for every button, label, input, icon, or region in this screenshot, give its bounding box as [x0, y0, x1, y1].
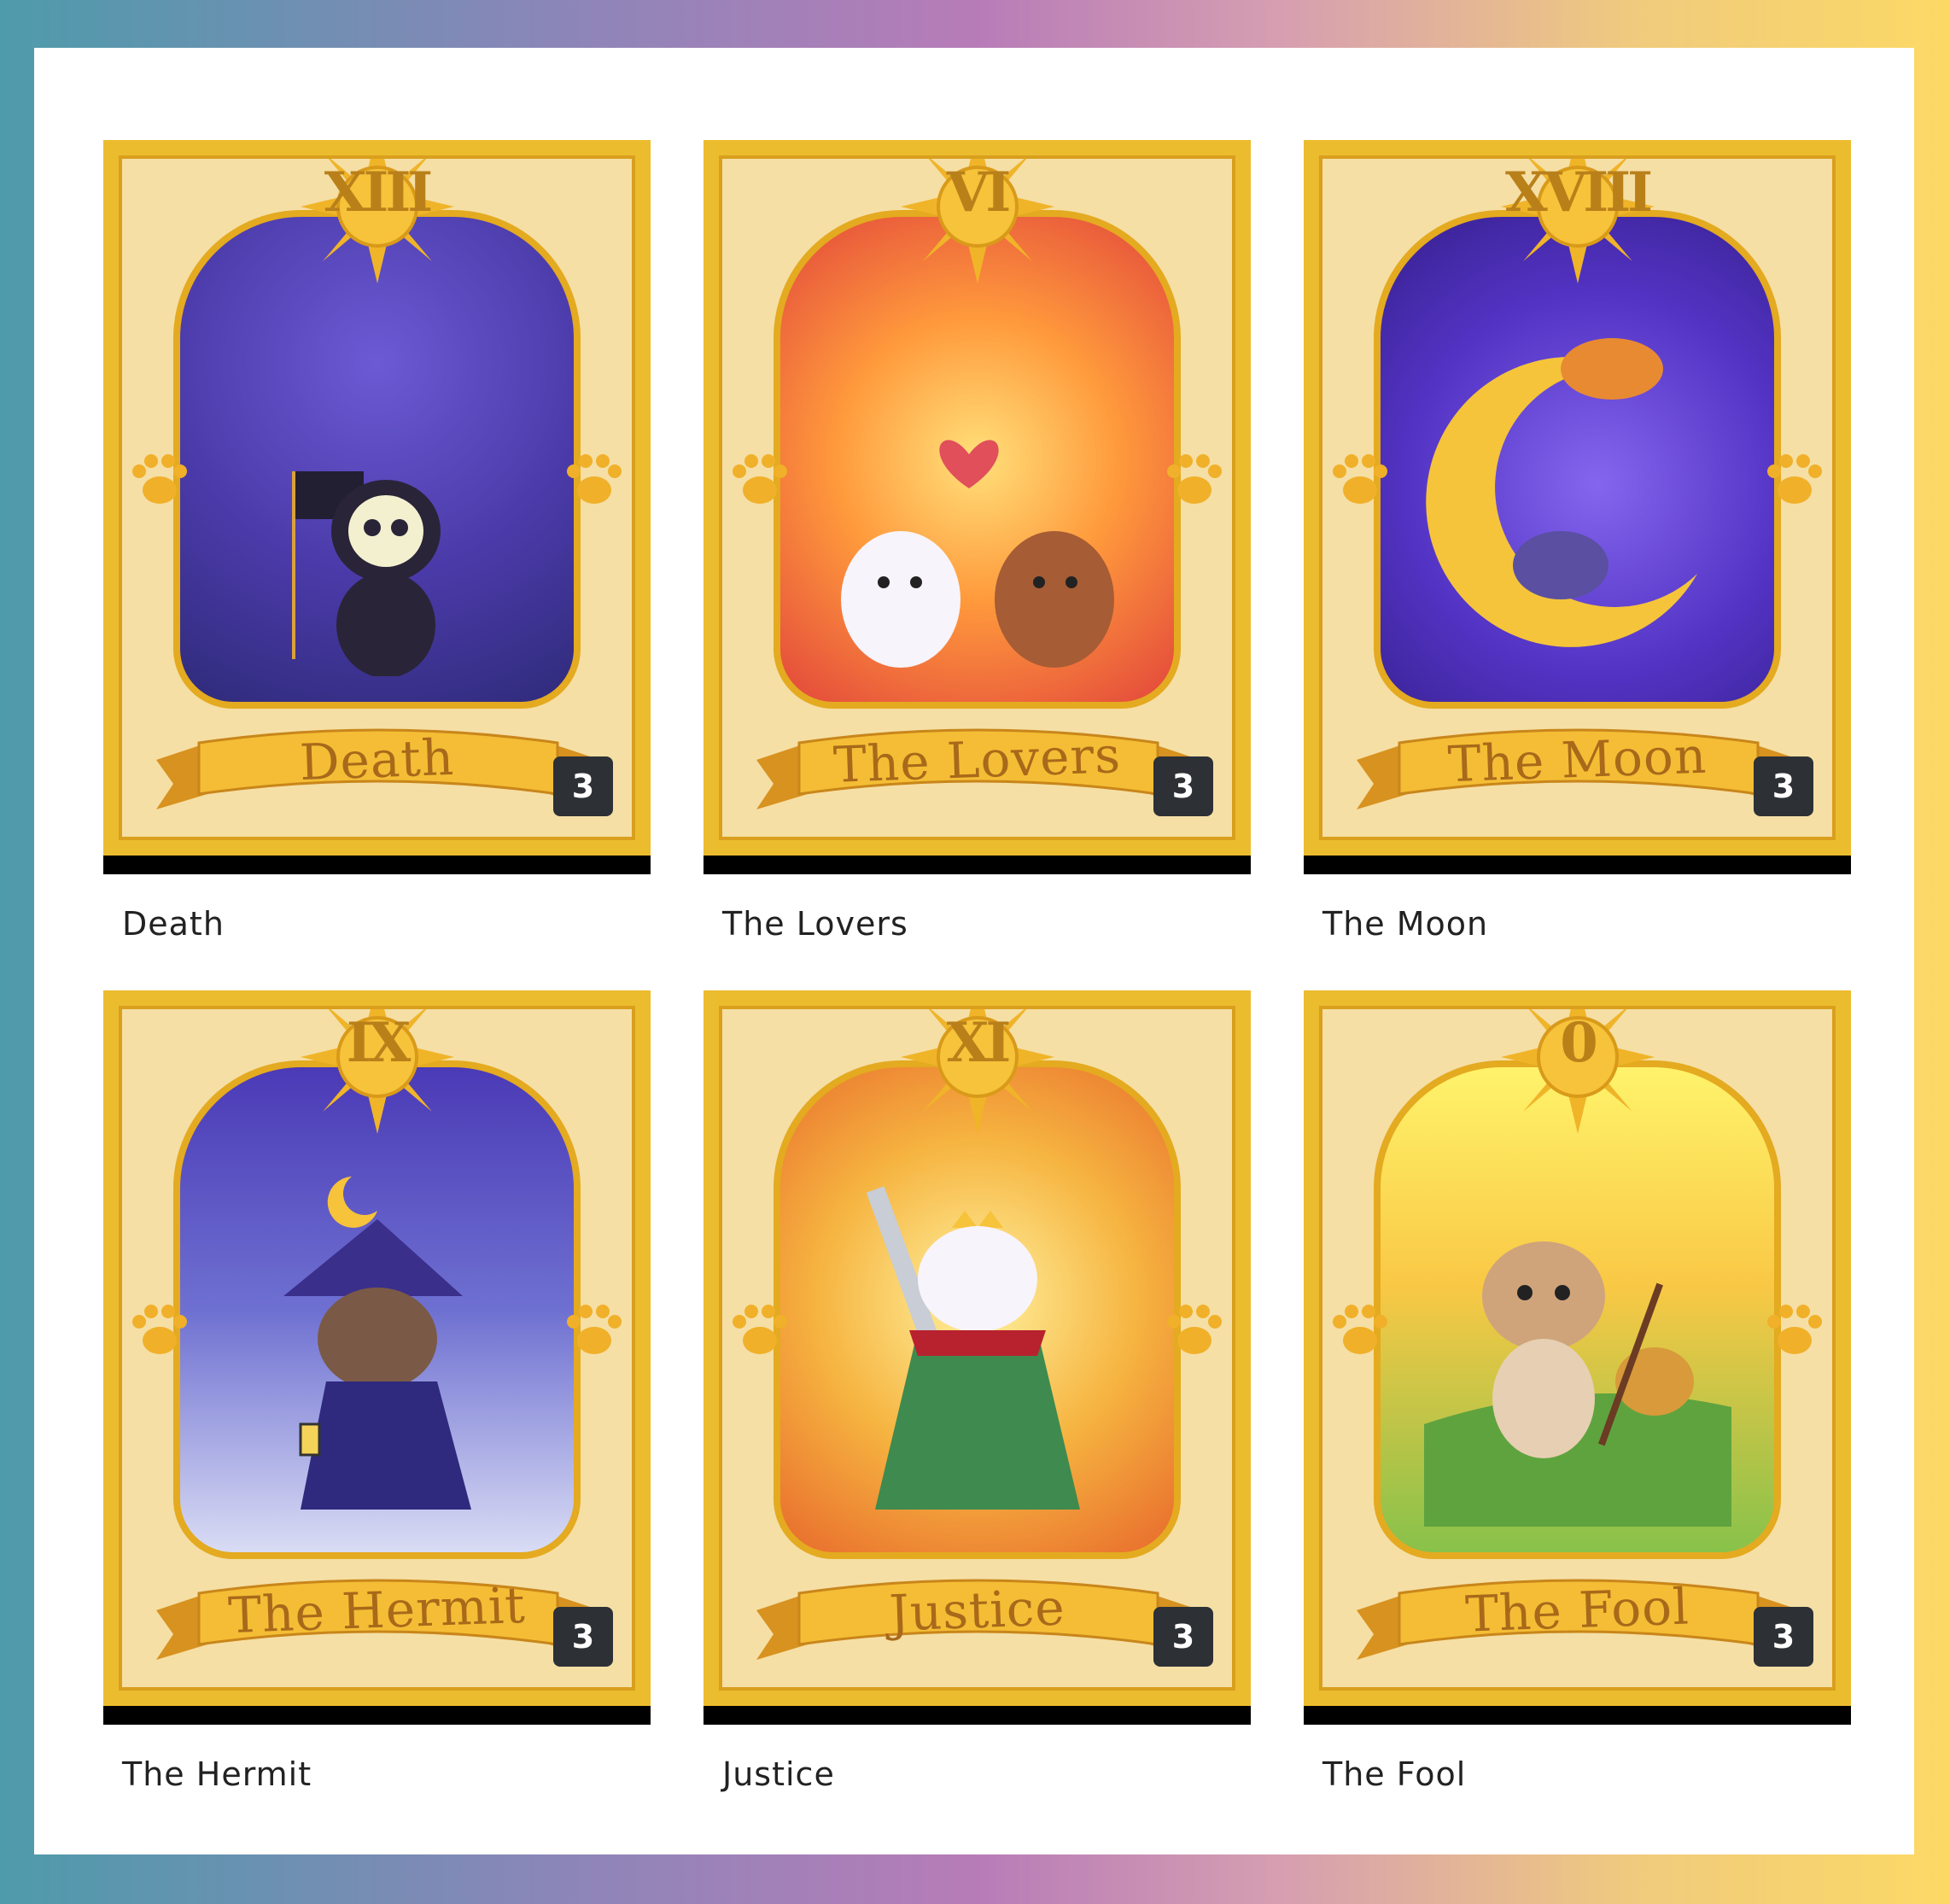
card-frame: IX The Hermit 3: [119, 1006, 635, 1691]
paw-icon: [1167, 1305, 1222, 1354]
card-image[interactable]: 0 The Fool 3: [1304, 990, 1851, 1725]
two-cats-icon: [840, 440, 1114, 668]
card-caption[interactable]: The Hermit: [122, 1755, 651, 1793]
card-image[interactable]: XI Justice 3: [704, 990, 1251, 1725]
count-badge: 3: [553, 756, 613, 816]
card-artwork: [1374, 1060, 1781, 1559]
card-caption[interactable]: Death: [122, 905, 651, 943]
count-badge: 3: [553, 1607, 613, 1667]
paw-icon: [1333, 454, 1387, 504]
paw-icon: [567, 454, 622, 504]
crescent-moon-icon: [1425, 338, 1697, 647]
paw-icon: [1767, 1305, 1822, 1354]
paw-icon: [1767, 454, 1822, 504]
card-numeral: XI: [946, 1011, 1012, 1075]
card-tile-the-fool[interactable]: 0 The Fool 3 The Fool: [1304, 990, 1851, 1793]
paw-icon: [1333, 1305, 1387, 1354]
paw-icon: [1167, 454, 1222, 504]
card-frame: 0 The Fool 3: [1319, 1006, 1836, 1691]
card-caption[interactable]: Justice: [722, 1755, 1251, 1793]
card-frame: VI The Lovers 3: [719, 155, 1235, 840]
card-image[interactable]: IX The Hermit 3: [103, 990, 651, 1725]
card-numeral: XVIII: [1504, 161, 1653, 225]
card-artwork: [774, 210, 1181, 709]
paw-icon: [132, 454, 187, 504]
card-frame: XVIII The Moon 3: [1319, 155, 1836, 840]
card-tile-the-hermit[interactable]: IX The Hermit 3 The Hermit: [103, 990, 651, 1793]
card-image[interactable]: VI The Lovers 3: [704, 140, 1251, 874]
card-tile-justice[interactable]: XI Justice 3 Justice: [704, 990, 1251, 1793]
wizard-cat-icon: [283, 1177, 471, 1510]
card-numeral: XIII: [324, 161, 433, 225]
card-numeral: VI: [946, 161, 1012, 225]
card-frame: XI Justice 3: [719, 1006, 1235, 1691]
card-artwork: [173, 1060, 581, 1559]
card-tile-the-moon[interactable]: XVIII The Moon 3 The Moon: [1304, 140, 1851, 943]
card-tile-the-lovers[interactable]: VI The Lovers 3 The Lovers: [704, 140, 1251, 943]
card-numeral: IX: [346, 1011, 412, 1075]
paw-icon: [733, 454, 787, 504]
card-image[interactable]: XVIII The Moon 3: [1304, 140, 1851, 874]
paw-icon: [132, 1305, 187, 1354]
paw-icon: [733, 1305, 787, 1354]
count-badge: 3: [1153, 1607, 1213, 1667]
card-caption[interactable]: The Moon: [1322, 905, 1851, 943]
count-badge: 3: [1754, 1607, 1813, 1667]
wanderer-cat-icon: [1423, 1241, 1731, 1527]
count-badge: 3: [1153, 756, 1213, 816]
king-cat-icon: [866, 1186, 1080, 1510]
card-artwork: [774, 1060, 1181, 1559]
cat-figure-icon: [291, 471, 441, 676]
count-badge: 3: [1754, 756, 1813, 816]
card-artwork: [1374, 210, 1781, 709]
card-image[interactable]: XIII Death 3: [103, 140, 651, 874]
card-frame: XIII Death 3: [119, 155, 635, 840]
card-artwork: [173, 210, 581, 709]
card-caption[interactable]: The Fool: [1322, 1755, 1851, 1793]
card-gallery-panel: XIII Death 3 Death VI The Lovers 3 The L…: [34, 48, 1914, 1854]
card-tile-death[interactable]: XIII Death 3 Death: [103, 140, 651, 943]
paw-icon: [567, 1305, 622, 1354]
card-numeral: 0: [1560, 1011, 1597, 1075]
card-caption[interactable]: The Lovers: [722, 905, 1251, 943]
